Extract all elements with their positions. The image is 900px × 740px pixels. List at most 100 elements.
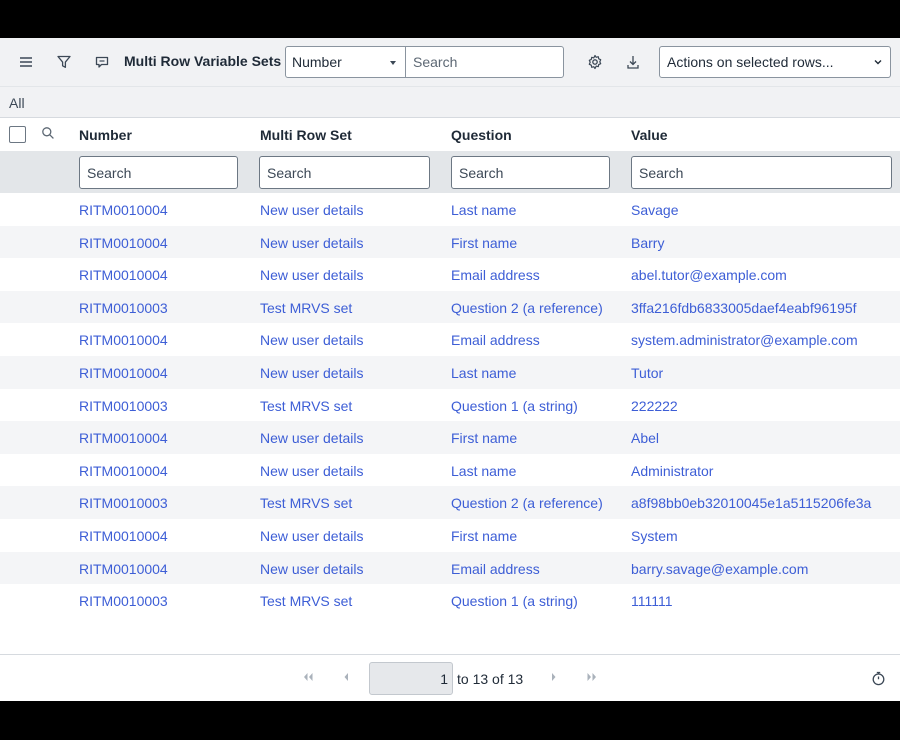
cell-number[interactable]: RITM0010004 (79, 561, 168, 577)
previous-page-icon[interactable] (341, 671, 351, 686)
cell-value[interactable]: Barry (631, 235, 664, 251)
cell-multi-row-set[interactable]: New user details (260, 267, 364, 283)
stopwatch-icon[interactable] (871, 671, 887, 687)
cell-value[interactable]: Administrator (631, 463, 713, 479)
first-page-icon[interactable] (301, 671, 315, 686)
table-row[interactable]: RITM0010004 New user details Last name Admi… (0, 453, 900, 487)
bottom-letterbox (0, 701, 900, 740)
cell-value[interactable]: Savage (631, 202, 678, 218)
search-field-select[interactable]: Number (285, 46, 406, 78)
cell-number[interactable]: RITM0010003 (79, 593, 168, 609)
column-header-value[interactable]: Value (631, 127, 668, 143)
search-icon[interactable] (41, 126, 58, 143)
filter-multi-row-set-input[interactable] (259, 156, 430, 189)
cell-question[interactable]: Question 1 (a string) (451, 398, 578, 414)
table-row[interactable]: RITM0010004 New user details Last name Tuto… (0, 355, 900, 389)
context-menu-icon[interactable] (91, 51, 113, 73)
table-row[interactable]: RITM0010003 Test MRVS set Question 1 (a st… (0, 584, 900, 617)
table-row[interactable]: RITM0010004 New user details Email address… (0, 258, 900, 291)
list-title: Multi Row Variable Sets (124, 53, 282, 69)
cell-number[interactable]: RITM0010004 (79, 235, 168, 251)
cell-multi-row-set[interactable]: Test MRVS set (260, 593, 352, 609)
list-view: Multi Row Variable Sets Number Actions o… (0, 38, 900, 701)
cell-number[interactable]: RITM0010003 (79, 495, 168, 511)
cell-value[interactable]: a8f98bb0eb32010045e1a5115206fe3a (631, 495, 871, 511)
cell-number[interactable]: RITM0010004 (79, 202, 168, 218)
table-row[interactable]: RITM0010004 New user details First name Abe… (0, 421, 900, 454)
cell-question[interactable]: Email address (451, 332, 540, 348)
filter-question-input[interactable] (451, 156, 610, 189)
cell-number[interactable]: RITM0010004 (79, 463, 168, 479)
table-row[interactable]: RITM0010004 New user details Last name Sava… (0, 193, 900, 226)
cell-question[interactable]: Question 2 (a reference) (451, 495, 603, 511)
cell-value[interactable]: system.administrator@example.com (631, 332, 858, 348)
column-filter-row (0, 151, 900, 193)
cell-multi-row-set[interactable]: Test MRVS set (260, 300, 352, 316)
pagination-footer: to 13 of 13 (0, 654, 900, 701)
cell-number[interactable]: RITM0010004 (79, 267, 168, 283)
cell-value[interactable]: abel.tutor@example.com (631, 267, 787, 283)
cell-value[interactable]: 222222 (631, 398, 678, 414)
chevron-down-icon (872, 55, 884, 71)
cell-value[interactable]: Tutor (631, 365, 663, 381)
list-search-input[interactable] (405, 46, 564, 78)
cell-number[interactable]: RITM0010004 (79, 430, 168, 446)
cell-multi-row-set[interactable]: New user details (260, 463, 364, 479)
search-field-value: Number (292, 54, 342, 70)
filter-icon[interactable] (53, 51, 75, 73)
table-row[interactable]: RITM0010003 Test MRVS set Question 2 (a re… (0, 290, 900, 324)
cell-value[interactable]: 3ffa216fdb6833005daef4eabf96195f (631, 300, 857, 316)
cell-number[interactable]: RITM0010003 (79, 398, 168, 414)
cell-value[interactable]: System (631, 528, 678, 544)
cell-question[interactable]: First name (451, 430, 517, 446)
cell-question[interactable]: Last name (451, 365, 516, 381)
list-toolbar: Multi Row Variable Sets Number Actions o… (0, 38, 900, 86)
hamburger-icon[interactable] (15, 51, 37, 73)
last-page-icon[interactable] (585, 671, 599, 686)
cell-multi-row-set[interactable]: New user details (260, 528, 364, 544)
cell-multi-row-set[interactable]: New user details (260, 202, 364, 218)
table-row[interactable]: RITM0010004 New user details Email address… (0, 323, 900, 356)
column-header-multi-row-set[interactable]: Multi Row Set (260, 127, 352, 143)
table-row[interactable]: RITM0010003 Test MRVS set Question 1 (a st… (0, 388, 900, 422)
next-page-icon[interactable] (549, 671, 559, 686)
page-number-input[interactable] (369, 662, 453, 695)
cell-question[interactable]: Last name (451, 202, 516, 218)
table-row[interactable]: RITM0010003 Test MRVS set Question 2 (a re… (0, 486, 900, 519)
cell-value[interactable]: barry.savage@example.com (631, 561, 808, 577)
cell-question[interactable]: Question 2 (a reference) (451, 300, 603, 316)
cell-question[interactable]: First name (451, 528, 517, 544)
cell-multi-row-set[interactable]: New user details (260, 365, 364, 381)
filter-number-input[interactable] (79, 156, 238, 189)
cell-multi-row-set[interactable]: Test MRVS set (260, 495, 352, 511)
table-row[interactable]: RITM0010004 New user details Email address… (0, 551, 900, 585)
cell-value[interactable]: 111111 (631, 593, 673, 609)
cell-multi-row-set[interactable]: Test MRVS set (260, 398, 352, 414)
cell-number[interactable]: RITM0010004 (79, 528, 168, 544)
cell-number[interactable]: RITM0010004 (79, 332, 168, 348)
column-header-number[interactable]: Number (79, 127, 132, 143)
cell-number[interactable]: RITM0010003 (79, 300, 168, 316)
cell-multi-row-set[interactable]: New user details (260, 430, 364, 446)
table-row[interactable]: RITM0010004 New user details First name Sys… (0, 518, 900, 552)
cell-question[interactable]: Last name (451, 463, 516, 479)
cell-question[interactable]: Email address (451, 561, 540, 577)
cell-question[interactable]: Email address (451, 267, 540, 283)
actions-select-label: Actions on selected rows... (667, 54, 834, 70)
cell-multi-row-set[interactable]: New user details (260, 332, 364, 348)
gear-icon[interactable] (584, 51, 606, 73)
column-header-question[interactable]: Question (451, 127, 512, 143)
cell-multi-row-set[interactable]: New user details (260, 561, 364, 577)
cell-question[interactable]: Question 1 (a string) (451, 593, 578, 609)
table-row[interactable]: RITM0010004 New user details First name Bar… (0, 225, 900, 259)
filter-value-input[interactable] (631, 156, 892, 189)
cell-multi-row-set[interactable]: New user details (260, 235, 364, 251)
caret-down-icon (390, 61, 396, 65)
cell-number[interactable]: RITM0010004 (79, 365, 168, 381)
actions-on-selected-rows-select[interactable]: Actions on selected rows... (659, 46, 891, 78)
breadcrumb-all[interactable]: All (9, 95, 25, 111)
cell-question[interactable]: First name (451, 235, 517, 251)
select-all-checkbox[interactable] (9, 126, 26, 143)
cell-value[interactable]: Abel (631, 430, 659, 446)
download-icon[interactable] (622, 51, 644, 73)
